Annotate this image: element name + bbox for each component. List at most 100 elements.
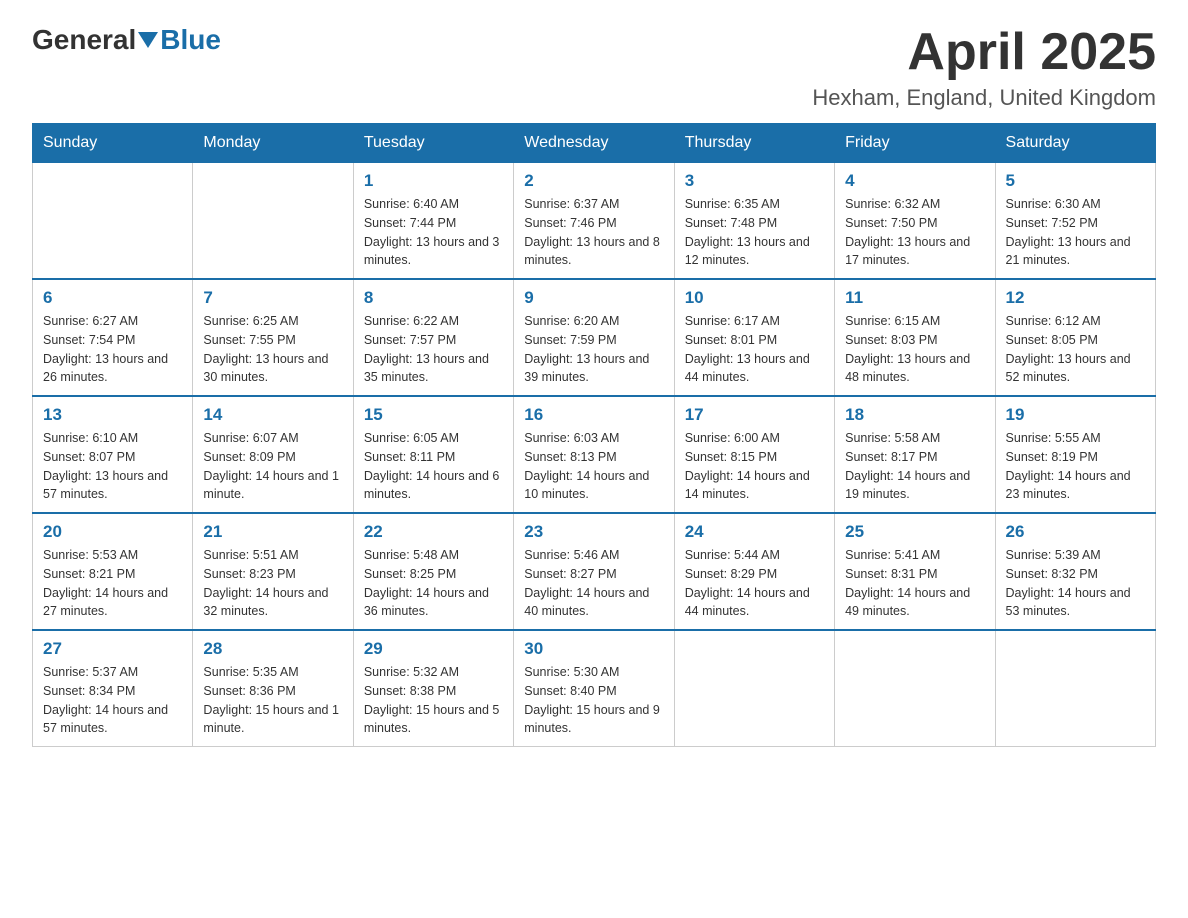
day-info: Sunrise: 6:03 AM Sunset: 8:13 PM Dayligh…	[524, 429, 663, 504]
day-info: Sunrise: 5:41 AM Sunset: 8:31 PM Dayligh…	[845, 546, 984, 621]
day-number: 14	[203, 405, 342, 425]
page-subtitle: Hexham, England, United Kingdom	[812, 85, 1156, 111]
day-info: Sunrise: 5:44 AM Sunset: 8:29 PM Dayligh…	[685, 546, 824, 621]
calendar-cell: 26 Sunrise: 5:39 AM Sunset: 8:32 PM Dayli…	[995, 513, 1155, 630]
logo-blue-text: Blue	[160, 24, 221, 56]
calendar-week-row: 27 Sunrise: 5:37 AM Sunset: 8:34 PM Dayli…	[33, 630, 1156, 747]
day-number: 22	[364, 522, 503, 542]
calendar-cell: 29 Sunrise: 5:32 AM Sunset: 8:38 PM Dayli…	[353, 630, 513, 747]
calendar-cell: 23 Sunrise: 5:46 AM Sunset: 8:27 PM Dayli…	[514, 513, 674, 630]
calendar-cell: 12 Sunrise: 6:12 AM Sunset: 8:05 PM Dayli…	[995, 279, 1155, 396]
calendar-header-friday: Friday	[835, 124, 995, 163]
calendar-week-row: 6 Sunrise: 6:27 AM Sunset: 7:54 PM Daylig…	[33, 279, 1156, 396]
calendar-cell: 27 Sunrise: 5:37 AM Sunset: 8:34 PM Dayli…	[33, 630, 193, 747]
day-info: Sunrise: 6:17 AM Sunset: 8:01 PM Dayligh…	[685, 312, 824, 387]
day-number: 19	[1006, 405, 1145, 425]
calendar-cell: 10Sunrise: 6:17 AM Sunset: 8:01 PM Dayli…	[674, 279, 834, 396]
calendar-cell: 30Sunrise: 5:30 AM Sunset: 8:40 PM Dayli…	[514, 630, 674, 747]
day-number: 28	[203, 639, 342, 659]
calendar-header-row: SundayMondayTuesdayWednesdayThursdayFrid…	[33, 124, 1156, 163]
title-area: April 2025 Hexham, England, United Kingd…	[812, 24, 1156, 111]
day-number: 11	[845, 288, 984, 308]
calendar-cell: 5 Sunrise: 6:30 AM Sunset: 7:52 PM Daylig…	[995, 163, 1155, 280]
day-number: 1	[364, 171, 503, 191]
calendar-week-row: 20 Sunrise: 5:53 AM Sunset: 8:21 PM Dayli…	[33, 513, 1156, 630]
day-info: Sunrise: 5:39 AM Sunset: 8:32 PM Dayligh…	[1006, 546, 1145, 621]
calendar-cell: 20 Sunrise: 5:53 AM Sunset: 8:21 PM Dayli…	[33, 513, 193, 630]
calendar-header-sunday: Sunday	[33, 124, 193, 163]
day-info: Sunrise: 6:05 AM Sunset: 8:11 PM Dayligh…	[364, 429, 503, 504]
logo-area: General Blue	[32, 24, 221, 56]
day-number: 29	[364, 639, 503, 659]
calendar-cell: 24Sunrise: 5:44 AM Sunset: 8:29 PM Dayli…	[674, 513, 834, 630]
day-info: Sunrise: 6:00 AM Sunset: 8:15 PM Dayligh…	[685, 429, 824, 504]
day-number: 25	[845, 522, 984, 542]
calendar-header-wednesday: Wednesday	[514, 124, 674, 163]
day-number: 23	[524, 522, 663, 542]
calendar-cell: 3Sunrise: 6:35 AM Sunset: 7:48 PM Daylig…	[674, 163, 834, 280]
calendar-table: SundayMondayTuesdayWednesdayThursdayFrid…	[32, 123, 1156, 747]
day-info: Sunrise: 5:37 AM Sunset: 8:34 PM Dayligh…	[43, 663, 182, 738]
calendar-cell: 11Sunrise: 6:15 AM Sunset: 8:03 PM Dayli…	[835, 279, 995, 396]
day-info: Sunrise: 6:27 AM Sunset: 7:54 PM Dayligh…	[43, 312, 182, 387]
day-info: Sunrise: 6:07 AM Sunset: 8:09 PM Dayligh…	[203, 429, 342, 504]
day-number: 5	[1006, 171, 1145, 191]
day-info: Sunrise: 6:32 AM Sunset: 7:50 PM Dayligh…	[845, 195, 984, 270]
day-number: 6	[43, 288, 182, 308]
day-info: Sunrise: 6:40 AM Sunset: 7:44 PM Dayligh…	[364, 195, 503, 270]
day-number: 30	[524, 639, 663, 659]
calendar-cell: 14 Sunrise: 6:07 AM Sunset: 8:09 PM Dayli…	[193, 396, 353, 513]
calendar-cell: 8Sunrise: 6:22 AM Sunset: 7:57 PM Daylig…	[353, 279, 513, 396]
calendar-cell: 13Sunrise: 6:10 AM Sunset: 8:07 PM Dayli…	[33, 396, 193, 513]
day-number: 20	[43, 522, 182, 542]
calendar-cell: 22 Sunrise: 5:48 AM Sunset: 8:25 PM Dayli…	[353, 513, 513, 630]
day-info: Sunrise: 6:20 AM Sunset: 7:59 PM Dayligh…	[524, 312, 663, 387]
logo-general-text: General	[32, 24, 136, 56]
day-number: 26	[1006, 522, 1145, 542]
day-info: Sunrise: 5:46 AM Sunset: 8:27 PM Dayligh…	[524, 546, 663, 621]
day-info: Sunrise: 5:48 AM Sunset: 8:25 PM Dayligh…	[364, 546, 503, 621]
day-info: Sunrise: 5:53 AM Sunset: 8:21 PM Dayligh…	[43, 546, 182, 621]
calendar-header-tuesday: Tuesday	[353, 124, 513, 163]
day-info: Sunrise: 5:35 AM Sunset: 8:36 PM Dayligh…	[203, 663, 342, 738]
day-number: 21	[203, 522, 342, 542]
calendar-cell: 18Sunrise: 5:58 AM Sunset: 8:17 PM Dayli…	[835, 396, 995, 513]
calendar-cell: 28 Sunrise: 5:35 AM Sunset: 8:36 PM Dayli…	[193, 630, 353, 747]
calendar-cell: 7Sunrise: 6:25 AM Sunset: 7:55 PM Daylig…	[193, 279, 353, 396]
day-number: 3	[685, 171, 824, 191]
day-number: 4	[845, 171, 984, 191]
day-info: Sunrise: 5:55 AM Sunset: 8:19 PM Dayligh…	[1006, 429, 1145, 504]
day-info: Sunrise: 5:51 AM Sunset: 8:23 PM Dayligh…	[203, 546, 342, 621]
calendar-cell: 15Sunrise: 6:05 AM Sunset: 8:11 PM Dayli…	[353, 396, 513, 513]
day-info: Sunrise: 5:32 AM Sunset: 8:38 PM Dayligh…	[364, 663, 503, 738]
day-info: Sunrise: 5:58 AM Sunset: 8:17 PM Dayligh…	[845, 429, 984, 504]
calendar-cell	[995, 630, 1155, 747]
calendar-cell: 1 Sunrise: 6:40 AM Sunset: 7:44 PM Daylig…	[353, 163, 513, 280]
calendar-header-thursday: Thursday	[674, 124, 834, 163]
calendar-cell: 6 Sunrise: 6:27 AM Sunset: 7:54 PM Daylig…	[33, 279, 193, 396]
calendar-cell	[193, 163, 353, 280]
calendar-cell	[674, 630, 834, 747]
calendar-cell: 21 Sunrise: 5:51 AM Sunset: 8:23 PM Dayli…	[193, 513, 353, 630]
logo-triangle-icon	[138, 32, 158, 48]
calendar-cell: 16 Sunrise: 6:03 AM Sunset: 8:13 PM Dayli…	[514, 396, 674, 513]
day-number: 16	[524, 405, 663, 425]
calendar-header-saturday: Saturday	[995, 124, 1155, 163]
day-info: Sunrise: 6:12 AM Sunset: 8:05 PM Dayligh…	[1006, 312, 1145, 387]
logo: General Blue	[32, 24, 221, 56]
calendar-week-row: 13Sunrise: 6:10 AM Sunset: 8:07 PM Dayli…	[33, 396, 1156, 513]
calendar-header-monday: Monday	[193, 124, 353, 163]
day-info: Sunrise: 6:10 AM Sunset: 8:07 PM Dayligh…	[43, 429, 182, 504]
day-info: Sunrise: 6:22 AM Sunset: 7:57 PM Dayligh…	[364, 312, 503, 387]
page-title: April 2025	[812, 24, 1156, 81]
day-number: 27	[43, 639, 182, 659]
day-number: 17	[685, 405, 824, 425]
calendar-cell: 9Sunrise: 6:20 AM Sunset: 7:59 PM Daylig…	[514, 279, 674, 396]
page-header: General Blue April 2025 Hexham, England,…	[32, 24, 1156, 111]
day-number: 12	[1006, 288, 1145, 308]
day-info: Sunrise: 6:37 AM Sunset: 7:46 PM Dayligh…	[524, 195, 663, 270]
calendar-cell	[33, 163, 193, 280]
day-info: Sunrise: 6:30 AM Sunset: 7:52 PM Dayligh…	[1006, 195, 1145, 270]
calendar-week-row: 1 Sunrise: 6:40 AM Sunset: 7:44 PM Daylig…	[33, 163, 1156, 280]
calendar-cell: 4 Sunrise: 6:32 AM Sunset: 7:50 PM Daylig…	[835, 163, 995, 280]
